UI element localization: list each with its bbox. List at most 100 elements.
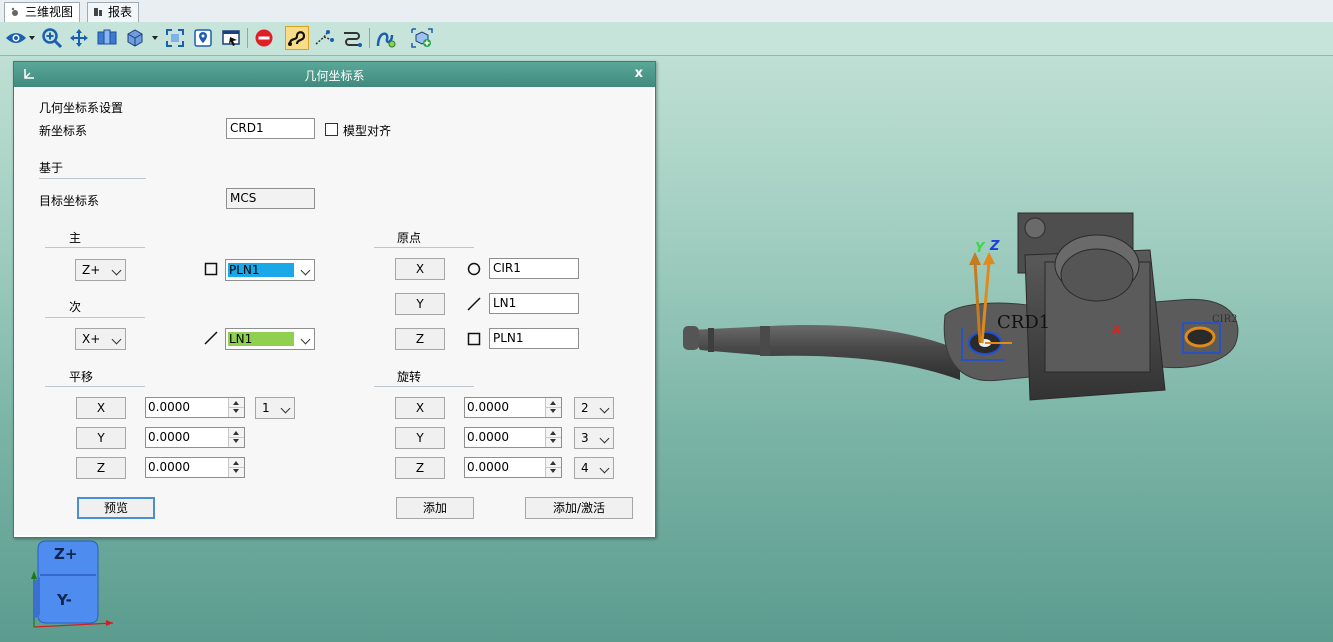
spinner-arrows-icon[interactable]	[228, 428, 244, 447]
divider	[45, 386, 145, 387]
rotate-y-input[interactable]: 0.0000	[464, 427, 562, 448]
primary-label: 主	[69, 231, 82, 245]
target-coord-label: 目标坐标系	[39, 194, 100, 208]
translate-order-select[interactable]: 1	[255, 397, 295, 419]
probe-icon	[315, 30, 334, 45]
stop-button[interactable]	[252, 26, 276, 50]
rotate-x-button[interactable]: X	[395, 397, 445, 419]
translate-z-button[interactable]: Z	[76, 457, 126, 479]
close-icon[interactable]: x	[635, 66, 643, 81]
zoom-button[interactable]	[40, 26, 64, 50]
spinner-arrows-icon[interactable]	[545, 398, 561, 417]
eye-icon	[6, 33, 26, 43]
part-model[interactable]	[683, 212, 1239, 401]
cir2-label: CIR2	[1212, 314, 1238, 325]
dialog-title: 几何坐标系	[304, 69, 365, 83]
origin-x-feature[interactable]: CIR1	[489, 258, 579, 279]
divider	[45, 247, 145, 248]
rotate-z-button[interactable]: Z	[395, 457, 445, 479]
rotate-y-order-select[interactable]: 3	[574, 427, 614, 449]
spinner-arrows-icon[interactable]	[228, 458, 244, 477]
tab-report-label: 报表	[108, 5, 133, 19]
x-marker-icon: x	[1112, 321, 1121, 337]
add-button[interactable]: 添加	[396, 497, 474, 519]
rotate-z-order-value: 4	[581, 461, 589, 475]
path-button[interactable]	[285, 26, 309, 50]
secondary-feature-select[interactable]: LN1	[225, 328, 315, 350]
location-icon	[194, 29, 212, 47]
origin-y-button[interactable]: Y	[395, 293, 445, 315]
route-button[interactable]	[341, 26, 365, 50]
rotate-y-button[interactable]: Y	[395, 427, 445, 449]
spinner-arrows-icon[interactable]	[545, 428, 561, 447]
divider	[39, 178, 146, 179]
rotate-x-input[interactable]: 0.0000	[464, 397, 562, 418]
axis-y-label: Y	[975, 241, 986, 256]
fit-button[interactable]	[163, 26, 187, 50]
rotate-z-input[interactable]: 0.0000	[464, 457, 562, 478]
view-cube[interactable]: Z+ Y-	[28, 535, 118, 635]
dialog-titlebar[interactable]: 几何坐标系 x	[14, 62, 655, 87]
pan-button[interactable]	[67, 26, 91, 50]
3d-view-icon	[11, 7, 18, 16]
translate-z-input[interactable]: 0.0000	[145, 457, 245, 478]
secondary-axis-select[interactable]: X+	[75, 328, 126, 350]
cube-icon	[127, 29, 143, 47]
new-coord-label: 新坐标系	[39, 124, 88, 138]
coord-system-label: CRD1	[997, 312, 1050, 333]
spinner-arrows-icon[interactable]	[228, 398, 244, 417]
dialog-body: 几何坐标系设置 新坐标系 CRD1 模型对齐 基于 目标坐标系 MCS 主 Z+…	[14, 88, 653, 535]
fit-icon	[166, 29, 184, 47]
primary-axis-value: Z+	[82, 263, 101, 277]
translate-z-value: 0.0000	[148, 460, 190, 474]
model-align-label: 模型对齐	[343, 124, 392, 138]
tab-report[interactable]: 报表	[87, 2, 140, 22]
primary-feature-select[interactable]: PLN1	[225, 259, 315, 281]
plane-icon	[467, 332, 481, 346]
tab-3d-view[interactable]: 三维视图	[4, 2, 81, 22]
add-activate-button[interactable]: 添加/激活	[525, 497, 633, 519]
chevron-down-icon[interactable]	[152, 36, 158, 40]
origin-z-feature[interactable]: PLN1	[489, 328, 579, 349]
views-button[interactable]	[95, 26, 119, 50]
origin-y-feature[interactable]: LN1	[489, 293, 579, 314]
origin-x-button[interactable]: X	[395, 258, 445, 280]
view-cube-front-label[interactable]: Y-	[57, 591, 72, 609]
translate-x-input[interactable]: 0.0000	[145, 397, 245, 418]
toolbar-separator	[247, 28, 248, 48]
rotate-y-value: 0.0000	[467, 430, 509, 444]
rotate-z-order-select[interactable]: 4	[574, 457, 614, 479]
rotate-label: 旋转	[397, 370, 422, 384]
main-toolbar	[0, 22, 1333, 56]
curve-button[interactable]	[374, 26, 398, 50]
record-icon	[222, 30, 240, 46]
preview-button[interactable]: 预览	[77, 497, 155, 519]
translate-y-button[interactable]: Y	[76, 427, 126, 449]
chevron-down-icon[interactable]	[29, 36, 35, 40]
stop-icon	[255, 29, 273, 47]
cube-button[interactable]	[123, 26, 147, 50]
spinner-arrows-icon[interactable]	[545, 458, 561, 477]
tab-3d-view-label: 三维视图	[25, 5, 74, 19]
rotate-x-order-select[interactable]: 2	[574, 397, 614, 419]
model-align-checkbox[interactable]	[325, 123, 338, 136]
record-button[interactable]	[219, 26, 243, 50]
box-add-button[interactable]	[410, 26, 434, 50]
translate-order-value: 1	[262, 401, 270, 415]
translate-x-button[interactable]: X	[76, 397, 126, 419]
location-button[interactable]	[191, 26, 215, 50]
origin-z-button[interactable]: Z	[395, 328, 445, 350]
primary-axis-select[interactable]: Z+	[75, 259, 126, 281]
eye-button[interactable]	[4, 26, 28, 50]
circle-icon	[467, 262, 481, 276]
settings-section-title: 几何坐标系设置	[39, 101, 124, 115]
view-cube-top-label[interactable]: Z+	[54, 545, 77, 563]
translate-y-value: 0.0000	[148, 430, 190, 444]
views-icon	[97, 29, 117, 45]
translate-y-input[interactable]: 0.0000	[145, 427, 245, 448]
probe-button[interactable]	[313, 26, 337, 50]
new-coord-input[interactable]: CRD1	[226, 118, 315, 139]
curve-icon	[376, 32, 396, 48]
zoom-icon	[42, 28, 63, 49]
primary-feature-value: PLN1	[228, 263, 294, 277]
